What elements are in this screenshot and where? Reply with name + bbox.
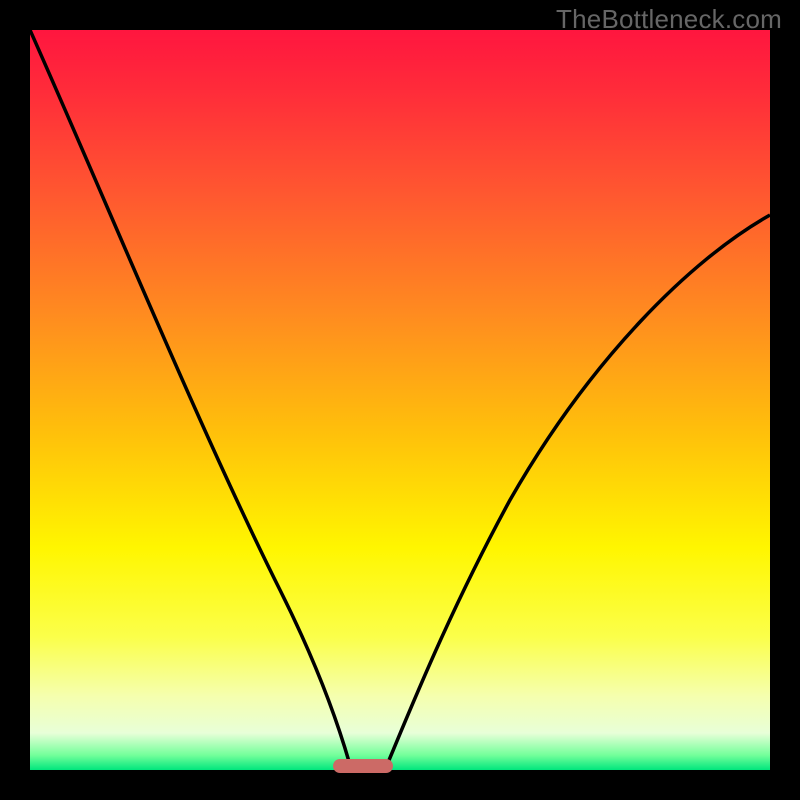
right-curve [387,215,770,765]
left-curve [30,30,350,765]
vertex-marker [333,759,393,773]
chart-curves [30,30,770,770]
chart-plot-area [30,30,770,770]
